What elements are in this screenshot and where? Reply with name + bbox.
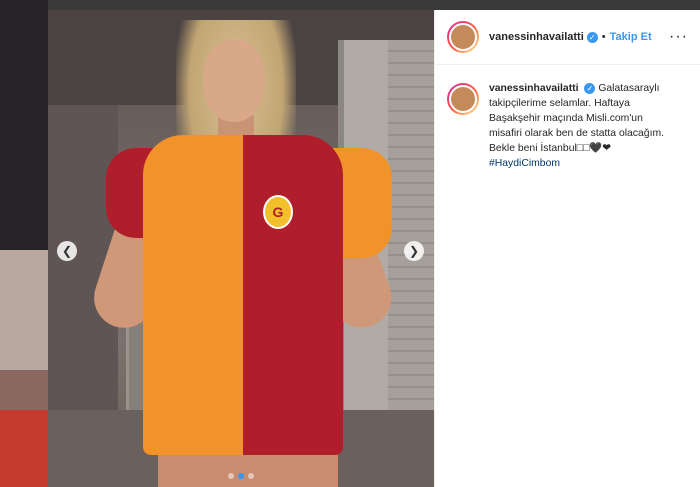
caption-line: Bekle beni İstanbul□□🖤❤ bbox=[489, 143, 611, 154]
post-modal: G ❮ ❯ vanessinhavailatti ✓ • Takip Et ··… bbox=[48, 10, 700, 487]
background-overlay[interactable] bbox=[0, 0, 48, 487]
header-username[interactable]: vanessinhavailatti bbox=[489, 31, 584, 43]
carousel-dot bbox=[248, 473, 254, 479]
carousel-dots bbox=[48, 473, 434, 479]
jersey bbox=[143, 135, 343, 455]
photo-person-face bbox=[203, 40, 265, 122]
post-side-panel: vanessinhavailatti ✓ • Takip Et ··· vane… bbox=[434, 10, 700, 487]
chevron-left-icon: ❮ bbox=[61, 244, 73, 258]
carousel-prev-button[interactable]: ❮ bbox=[57, 241, 77, 261]
photo-person-legs bbox=[158, 450, 338, 487]
avatar-image bbox=[449, 23, 477, 51]
carousel-next-button[interactable]: ❯ bbox=[404, 241, 424, 261]
caption-verified-badge-icon: ✓ bbox=[584, 83, 596, 94]
background-blur-mid bbox=[0, 250, 48, 370]
follow-button[interactable]: Takip Et bbox=[610, 31, 652, 43]
background-blur-bottom bbox=[0, 410, 48, 487]
post-photo[interactable]: G ❮ ❯ bbox=[48, 10, 434, 487]
post-header: vanessinhavailatti ✓ • Takip Et ··· bbox=[435, 10, 700, 65]
header-separator: • bbox=[601, 31, 606, 43]
carousel-dot bbox=[238, 473, 244, 479]
caption-line: takipçilerime selamlar. Haftaya bbox=[489, 98, 630, 109]
caption-avatar[interactable] bbox=[447, 83, 479, 115]
caption: vanessinhavailatti ✓ Galatasaraylı takip… bbox=[435, 65, 700, 171]
caption-username[interactable]: vanessinhavailatti bbox=[489, 83, 579, 94]
chevron-right-icon: ❯ bbox=[408, 244, 420, 258]
caption-avatar-image bbox=[449, 85, 477, 113]
verified-badge-icon: ✓ bbox=[586, 31, 598, 43]
jersey-red-half bbox=[243, 135, 343, 455]
caption-hashtag-link[interactable]: #HaydiCimbom bbox=[489, 158, 560, 169]
caption-line: misafiri olarak ben de statta olacağım. bbox=[489, 128, 664, 139]
avatar[interactable] bbox=[447, 21, 479, 53]
background-blur-top bbox=[0, 0, 48, 250]
more-options-icon[interactable]: ··· bbox=[669, 28, 688, 46]
caption-body: vanessinhavailatti ✓ Galatasaraylı takip… bbox=[489, 81, 685, 171]
caption-line: Başakşehir maçında Misli.com'un bbox=[489, 113, 643, 124]
jersey-orange-half bbox=[143, 135, 243, 455]
club-crest-icon: G bbox=[263, 195, 293, 229]
caption-line: Galatasaraylı bbox=[598, 83, 660, 94]
carousel-dot bbox=[228, 473, 234, 479]
